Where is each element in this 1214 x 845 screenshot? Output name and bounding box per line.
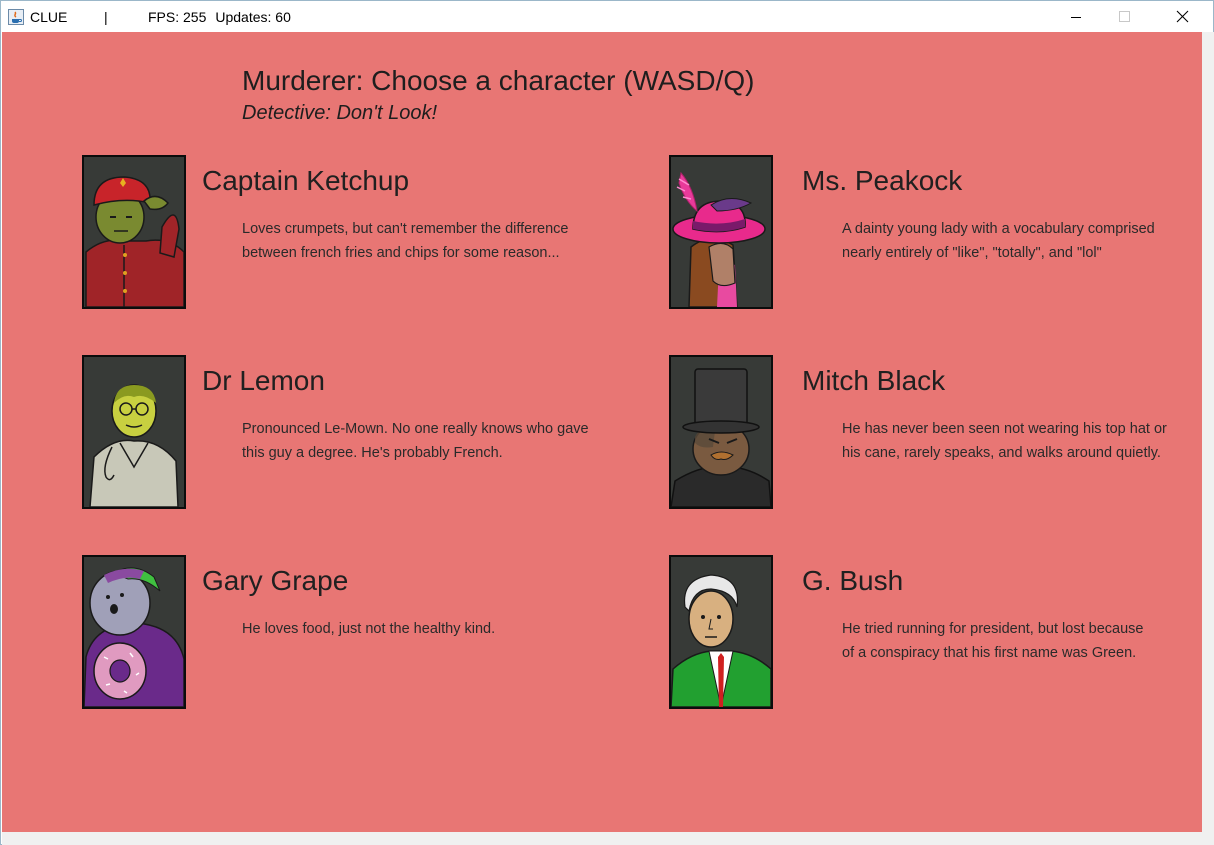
g-bush-portrait	[669, 555, 773, 709]
title-separator: |	[104, 9, 108, 25]
app-window: CLUE | FPS: 255 Updates: 60 Murderer: Cho…	[0, 0, 1214, 845]
description-line: nearly entirely of "like", "totally", an…	[842, 245, 1102, 261]
description-line: A dainty young lady with a vocabulary co…	[842, 221, 1155, 237]
description-line: between french fries and chips for some …	[242, 245, 560, 261]
page-subtitle: Detective: Don't Look!	[242, 102, 438, 124]
character-description: Pronounced Le-Mown. No one really knows …	[242, 417, 602, 465]
character-name: Mitch Black	[802, 365, 946, 396]
description-line: his cane, rarely speaks, and walks aroun…	[842, 445, 1161, 461]
description-line: of a conspiracy that his first name was …	[842, 645, 1137, 661]
character-card-mitch-black[interactable]: Mitch Black He has never been seen not w…	[669, 355, 1189, 515]
description-line: this guy a degree. He's probably French.	[242, 445, 503, 461]
window-bottom-strip	[2, 832, 1214, 845]
dr-lemon-portrait	[82, 355, 186, 509]
window-title: CLUE	[30, 9, 68, 25]
character-description: A dainty young lady with a vocabulary co…	[842, 217, 1202, 265]
title-bar[interactable]: CLUE | FPS: 255 Updates: 60	[1, 1, 1213, 32]
updates-label: Updates: 60	[215, 9, 291, 25]
character-description: He loves food, just not the healthy kind…	[242, 617, 602, 641]
mitch-black-portrait	[669, 355, 773, 509]
fps-label: FPS: 255	[148, 9, 207, 25]
maximize-icon[interactable]	[1099, 1, 1145, 32]
description-line: He loves food, just not the healthy kind…	[242, 621, 496, 637]
character-name: Gary Grape	[202, 565, 349, 596]
page-title: Murderer: Choose a character (WASD/Q)	[242, 65, 755, 96]
java-app-icon	[8, 9, 24, 25]
description-line: Pronounced Le-Mown. No one really knows …	[242, 421, 589, 437]
character-description: Loves crumpets, but can't remember the d…	[242, 217, 602, 265]
character-card-g-bush[interactable]: G. Bush He tried running for president, …	[669, 555, 1189, 715]
description-line: Loves crumpets, but can't remember the d…	[242, 221, 569, 237]
description-line: He tried running for president, but lost…	[842, 621, 1144, 637]
character-card-dr-lemon[interactable]: Dr Lemon Pronounced Le-Mown. No one real…	[82, 355, 602, 515]
minimize-icon[interactable]	[1053, 1, 1099, 32]
character-description: He tried running for president, but lost…	[842, 617, 1202, 665]
window-right-strip	[1202, 32, 1214, 832]
close-icon[interactable]	[1157, 1, 1203, 32]
fps-readout: FPS: 255 Updates: 60	[148, 9, 300, 25]
character-name: Dr Lemon	[202, 365, 325, 396]
character-card-ms-peakock[interactable]: Ms. Peakock A dainty young lady with a v…	[669, 155, 1189, 315]
character-name: Captain Ketchup	[202, 165, 410, 196]
character-name: G. Bush	[802, 565, 904, 596]
character-name: Ms. Peakock	[802, 165, 963, 196]
gary-grape-portrait	[82, 555, 186, 709]
ms-peakock-portrait	[669, 155, 773, 309]
character-card-captain-ketchup[interactable]: Captain Ketchup Loves crumpets, but can'…	[82, 155, 602, 315]
captain-ketchup-portrait	[82, 155, 186, 309]
character-card-gary-grape[interactable]: Gary Grape He loves food, just not the h…	[82, 555, 602, 715]
description-line: He has never been seen not wearing his t…	[842, 421, 1167, 437]
character-description: He has never been seen not wearing his t…	[842, 417, 1202, 465]
